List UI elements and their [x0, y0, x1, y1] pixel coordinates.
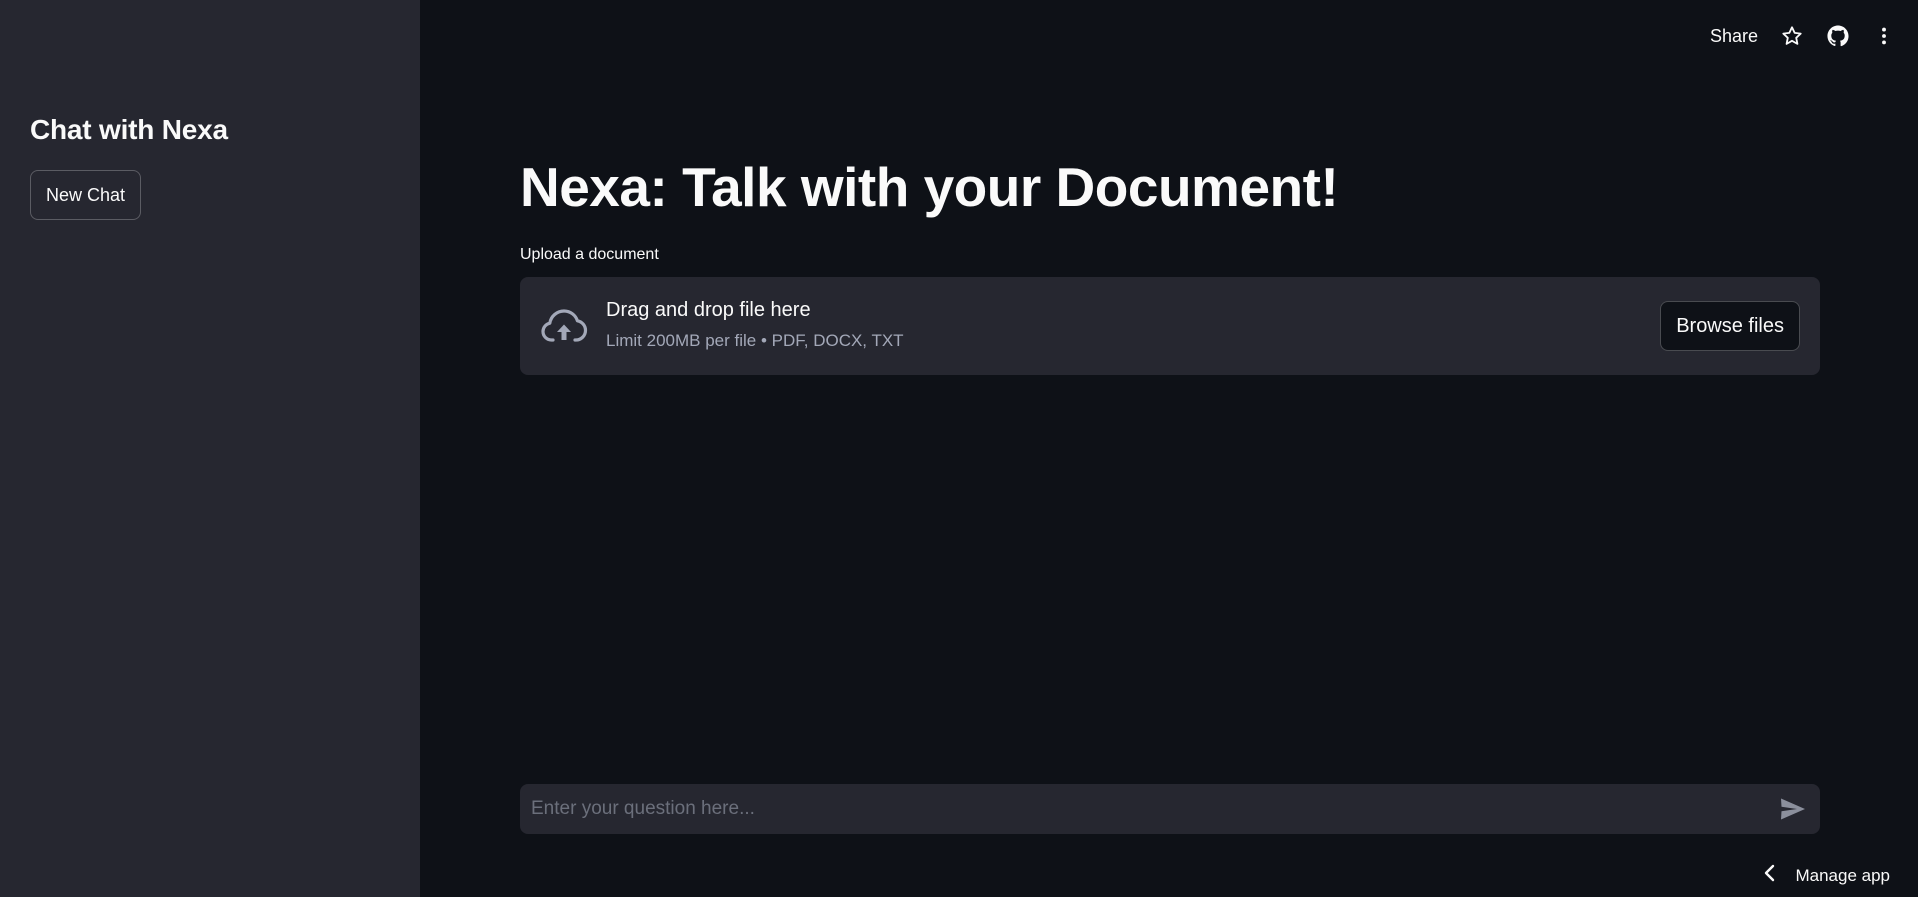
manage-app-label: Manage app [1795, 865, 1890, 885]
cloud-upload-icon [540, 306, 588, 346]
chat-input-container [520, 784, 1820, 834]
chat-input[interactable] [520, 784, 1770, 834]
new-chat-button[interactable]: New Chat [30, 170, 142, 220]
sidebar: Chat with Nexa New Chat [0, 0, 420, 897]
file-dropzone[interactable]: Drag and drop file here Limit 200MB per … [520, 277, 1820, 375]
github-icon[interactable] [1826, 24, 1850, 48]
app-root: Chat with Nexa New Chat Share Nexa: Talk… [0, 0, 1918, 897]
share-button[interactable]: Share [1710, 26, 1758, 47]
sidebar-title: Chat with Nexa [30, 114, 228, 145]
chevron-left-icon [1763, 864, 1777, 887]
browse-files-button[interactable]: Browse files [1660, 301, 1800, 351]
star-icon[interactable] [1780, 24, 1804, 48]
more-vertical-icon[interactable] [1872, 24, 1896, 48]
manage-app-button[interactable]: Manage app [1763, 864, 1890, 887]
dropzone-limit-text: Limit 200MB per file • PDF, DOCX, TXT [606, 331, 904, 350]
header-toolbar: Share [1710, 16, 1896, 56]
upload-label: Upload a document [520, 246, 659, 263]
page-title: Nexa: Talk with your Document! [520, 156, 1339, 218]
dropzone-instructions: Drag and drop file here [606, 299, 811, 321]
send-icon[interactable] [1780, 797, 1806, 821]
